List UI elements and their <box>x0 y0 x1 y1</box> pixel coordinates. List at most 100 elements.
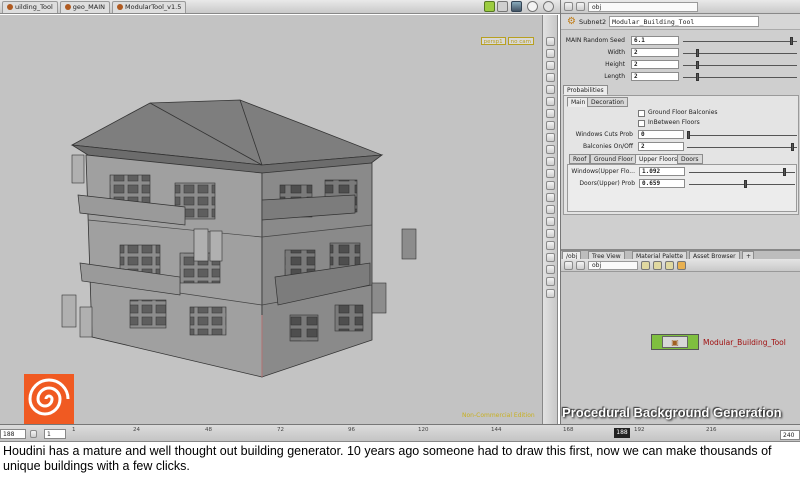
tab-geo-main[interactable]: geo_MAIN <box>59 0 110 13</box>
spiral-icon <box>28 378 70 416</box>
node-modular-building-tool[interactable]: ▣ <box>651 334 699 350</box>
length-slider-knob[interactable] <box>696 73 699 81</box>
tab-main[interactable]: Main <box>567 97 590 107</box>
snap-icon[interactable] <box>545 121 555 130</box>
gear-icon[interactable]: ⚙ <box>567 16 576 27</box>
camera-icon[interactable] <box>545 241 555 250</box>
select-tool-icon[interactable] <box>545 37 555 46</box>
scale-tool-icon[interactable] <box>545 73 555 82</box>
rotate-tool-icon[interactable] <box>545 61 555 70</box>
node-name-field[interactable]: Modular_Building_Tool <box>609 16 760 27</box>
edges-icon[interactable] <box>545 205 555 214</box>
doors-upper-field[interactable]: 0.659 <box>639 179 685 188</box>
display-options-icon[interactable] <box>545 289 555 298</box>
tick-label: 168 <box>563 427 574 433</box>
balconies-field[interactable]: 2 <box>638 142 684 151</box>
tab-building-tool[interactable]: uilding_Tool <box>2 0 58 13</box>
grid-snap-icon[interactable] <box>653 260 662 270</box>
windows-cuts-knob[interactable] <box>687 131 690 139</box>
tab-label: ModularTool_v1.5 <box>124 3 182 11</box>
back-icon[interactable] <box>564 260 573 270</box>
seed-slider[interactable] <box>683 41 797 42</box>
grid-icon[interactable] <box>545 133 555 142</box>
cube-view-icon[interactable] <box>511 1 522 12</box>
subnet-node-icon: ▣ <box>662 336 688 348</box>
normals-icon[interactable] <box>545 193 555 202</box>
pose-tool-icon[interactable] <box>545 109 555 118</box>
windows-upper-slider[interactable] <box>689 172 795 173</box>
tab-decoration[interactable]: Decoration <box>587 97 628 107</box>
doors-upper-knob[interactable] <box>744 180 747 188</box>
render-icon[interactable] <box>545 253 555 262</box>
flipbook-icon[interactable] <box>545 265 555 274</box>
view-tool-icon[interactable] <box>545 97 555 106</box>
balconies-knob[interactable] <box>791 143 794 151</box>
forward-icon[interactable] <box>576 260 585 270</box>
tab-modular-tool[interactable]: ModularTool_v1.5 <box>111 0 187 13</box>
length-slider[interactable] <box>683 77 797 78</box>
tab-upper-floors[interactable]: Upper Floors <box>635 154 682 164</box>
points-icon[interactable] <box>545 181 555 190</box>
current-frame-marker[interactable]: 188 <box>614 428 630 438</box>
height-slider[interactable] <box>683 65 797 66</box>
move-tool-icon[interactable] <box>545 49 555 58</box>
forward-icon[interactable] <box>576 2 585 11</box>
width-slider[interactable] <box>683 53 797 54</box>
back-icon[interactable] <box>564 2 573 11</box>
windows-cuts-field[interactable]: 0 <box>638 130 684 139</box>
height-slider-knob[interactable] <box>696 61 699 69</box>
height-label: Height <box>605 61 625 68</box>
template-icon[interactable] <box>545 229 555 238</box>
doors-upper-slider[interactable] <box>689 184 795 185</box>
camera-label[interactable]: persp1 <box>480 37 506 45</box>
handle-tool-icon[interactable] <box>545 85 555 94</box>
camera-label[interactable]: no cam <box>507 37 534 45</box>
help-icon[interactable] <box>543 1 554 12</box>
node-label[interactable]: Modular_Building_Tool <box>703 338 786 347</box>
ghost-icon[interactable] <box>545 217 555 226</box>
seed-field[interactable]: 6.1 <box>631 36 679 45</box>
frame-start-field[interactable]: 188 <box>0 429 26 439</box>
tick-label: 1 <box>72 427 76 433</box>
inbetween-floors-checkbox[interactable] <box>638 120 645 127</box>
length-field[interactable]: 2 <box>631 72 679 81</box>
ground-balconies-checkbox[interactable] <box>638 110 645 117</box>
info-icon[interactable] <box>527 1 538 12</box>
network-toolbar: obj <box>561 259 800 272</box>
width-field[interactable]: 2 <box>631 48 679 57</box>
visualize-icon[interactable] <box>545 277 555 286</box>
balconies-slider[interactable] <box>687 147 797 148</box>
tab-roof[interactable]: Roof <box>569 154 591 164</box>
lock-icon[interactable] <box>497 1 508 12</box>
viewport-tab-bar: uilding_Tool geo_MAIN ModularTool_v1.5 <box>0 0 560 14</box>
windows-cuts-label: Windows Cuts Prob <box>575 131 633 138</box>
windows-upper-knob[interactable] <box>783 168 786 176</box>
shaded-icon[interactable] <box>545 169 555 178</box>
windows-upper-field[interactable]: 1.092 <box>639 167 685 176</box>
frame-step-field[interactable]: 1 <box>44 429 66 439</box>
height-field[interactable]: 2 <box>631 60 679 69</box>
parameter-panel: obj ⚙ Subnet2 Modular_Building_Tool MAIN… <box>560 0 800 424</box>
width-slider-knob[interactable] <box>696 49 699 57</box>
tab-label: geo_MAIN <box>72 3 105 11</box>
layout-icon[interactable] <box>641 260 650 270</box>
display-toggle-icon[interactable] <box>484 1 495 12</box>
network-path[interactable]: obj <box>588 260 638 270</box>
view-options-icon[interactable] <box>665 260 674 270</box>
camera-menu[interactable]: persp1 no cam <box>480 37 534 45</box>
step-back-icon[interactable] <box>30 430 37 438</box>
tab-probabilities[interactable]: Probabilities <box>563 85 608 95</box>
tick-label: 144 <box>491 427 502 433</box>
lighting-icon[interactable] <box>545 145 555 154</box>
timeline[interactable]: 188 1 1 24 48 72 96 120 144 168 192 216 … <box>0 424 800 442</box>
param-path[interactable]: obj <box>588 1 698 12</box>
color-palette-icon[interactable] <box>677 260 686 270</box>
scene-viewport[interactable]: persp1 no cam Non-Commercial Edition <box>0 15 542 424</box>
windows-cuts-slider[interactable] <box>687 135 797 136</box>
tab-doors[interactable]: Doors <box>677 154 703 164</box>
network-editor[interactable]: ▣ Modular_Building_Tool <box>561 272 800 424</box>
frame-end-field[interactable]: 240 <box>780 430 800 440</box>
tab-ground-floor[interactable]: Ground Floor <box>590 154 637 164</box>
wireframe-icon[interactable] <box>545 157 555 166</box>
seed-slider-knob[interactable] <box>790 37 793 45</box>
